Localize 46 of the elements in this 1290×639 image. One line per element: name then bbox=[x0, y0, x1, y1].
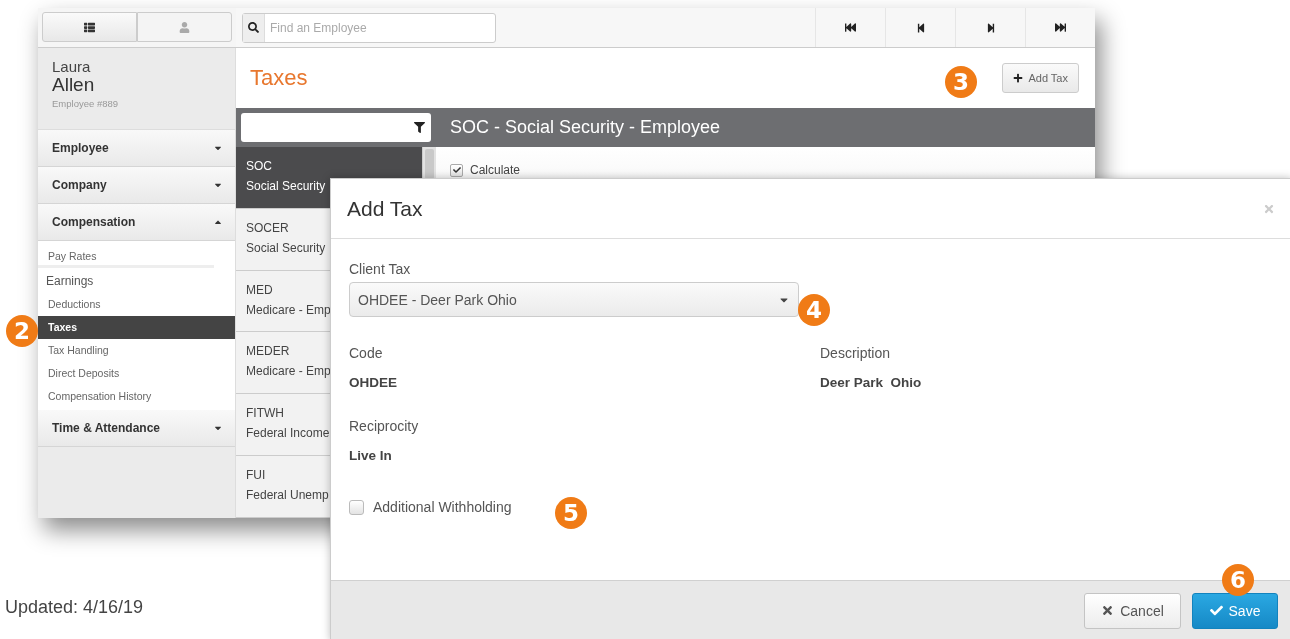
field-value: OHDEE bbox=[349, 375, 398, 390]
employee-number: Employee #889 bbox=[52, 98, 120, 109]
checkbox-label: Calculate bbox=[470, 163, 521, 177]
sidebar-section[interactable]: Employee bbox=[38, 130, 235, 167]
field-value: Deer Park Ohio bbox=[820, 375, 923, 390]
list-icon bbox=[84, 21, 95, 33]
plus-icon bbox=[1013, 73, 1024, 83]
sidebar-section[interactable]: Company bbox=[38, 167, 235, 204]
step-back-icon bbox=[915, 22, 926, 33]
sidebar-item[interactable]: Earnings bbox=[38, 270, 235, 293]
sidebar-item[interactable]: Pay Rates bbox=[38, 245, 214, 268]
checkbox[interactable] bbox=[349, 499, 364, 515]
step-forward-icon bbox=[985, 22, 996, 33]
close-icon[interactable] bbox=[1263, 202, 1275, 215]
filter-icon bbox=[414, 122, 425, 133]
check-icon bbox=[452, 166, 461, 174]
sidebar-section[interactable]: Compensation bbox=[38, 204, 235, 241]
person-icon bbox=[179, 21, 190, 33]
field-label: Code bbox=[349, 345, 384, 361]
detail-title: SOC - Social Security - Employee bbox=[450, 117, 721, 138]
list-view-button[interactable] bbox=[42, 12, 137, 42]
updated-note: Updated: 4/16/19 bbox=[5, 597, 144, 618]
cancel-button[interactable]: Cancel bbox=[1084, 592, 1181, 629]
search-icon bbox=[243, 13, 265, 42]
sidebar-item[interactable]: Compensation History bbox=[38, 385, 235, 408]
field-label: Reciprocity bbox=[349, 418, 420, 434]
sidebar-item[interactable]: Direct Deposits bbox=[38, 362, 235, 385]
employee-last-name: Allen bbox=[52, 75, 96, 95]
sidebar-item[interactable]: Deductions bbox=[38, 293, 235, 316]
employee-first-name: Laura bbox=[52, 58, 92, 75]
client-tax-select[interactable]: OHDEE - Deer Park Ohio bbox=[349, 282, 799, 317]
search-field[interactable]: Find an Employee bbox=[265, 20, 495, 35]
checkbox[interactable] bbox=[450, 163, 463, 177]
check-icon bbox=[1209, 604, 1223, 617]
skip-back-icon bbox=[845, 22, 856, 33]
sidebar-item[interactable]: Taxes bbox=[38, 316, 235, 339]
add-tax-button[interactable]: Add Tax bbox=[1002, 63, 1079, 93]
sidebar-section[interactable]: Time & Attendance bbox=[38, 410, 235, 447]
skip-forward-icon bbox=[1055, 22, 1066, 33]
search-box[interactable]: Find an Employee bbox=[242, 12, 496, 43]
filter-field[interactable] bbox=[241, 113, 431, 142]
step-badge: 2 bbox=[6, 315, 38, 347]
close-icon bbox=[1101, 604, 1115, 617]
field-label: Description bbox=[820, 345, 892, 361]
page-title: Taxes bbox=[250, 65, 308, 91]
sidebar-item[interactable]: Tax Handling bbox=[38, 339, 235, 362]
